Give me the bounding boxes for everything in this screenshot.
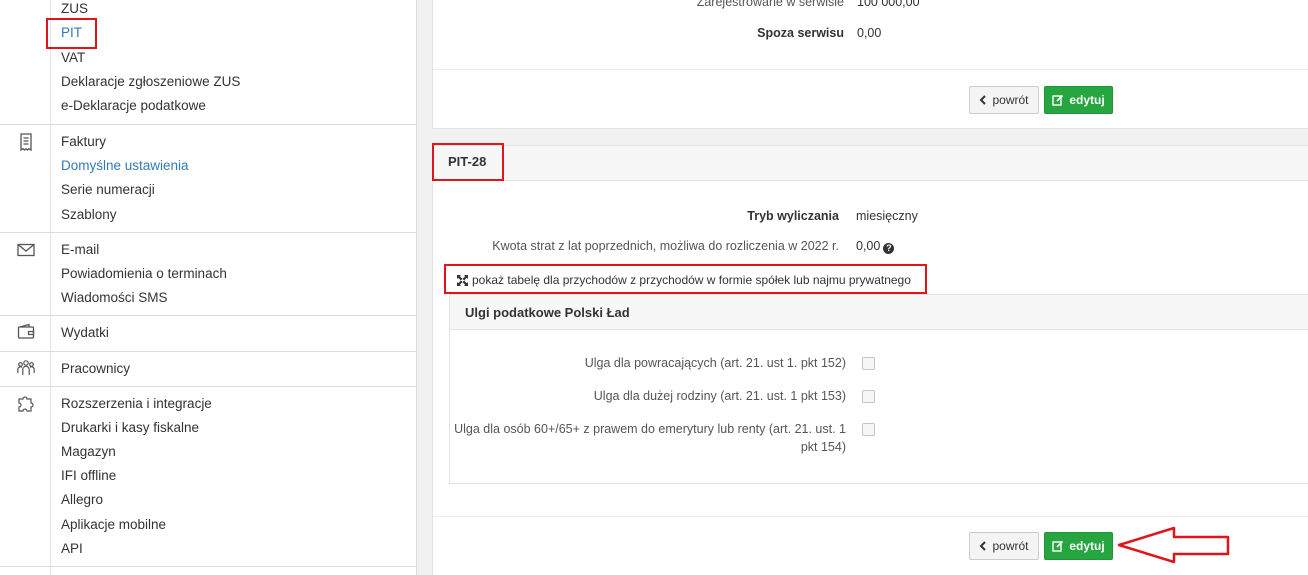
show-table-link-label: pokaż tabelę dla przychodów z przychodów… bbox=[472, 273, 911, 287]
relief-returning-checkbox[interactable] bbox=[862, 357, 875, 370]
edit-button-top[interactable]: edytuj bbox=[1044, 86, 1113, 114]
back-button-bottom[interactable]: powrót bbox=[969, 532, 1039, 560]
pit28-header bbox=[433, 146, 1308, 181]
section-divider bbox=[433, 69, 1308, 70]
outside-service-label: Spoza serwisu bbox=[757, 26, 844, 40]
sidebar-item-numbering-series[interactable]: Serie numeracji bbox=[61, 182, 155, 198]
back-button-label: powrót bbox=[992, 93, 1029, 107]
sidebar-group-extensions: Rozszerzenia i integracje Drukarki i kas… bbox=[0, 387, 416, 567]
relief-senior-checkbox[interactable] bbox=[862, 423, 875, 436]
losses-value-wrap: 0,00? bbox=[856, 239, 895, 254]
relief-panel-title: Ulgi podatkowe Polski Ład bbox=[465, 305, 630, 320]
pit28-title: PIT-28 bbox=[448, 154, 487, 169]
edit-icon bbox=[1052, 94, 1064, 106]
registered-label: Zarejestrowane w serwisie bbox=[696, 0, 844, 9]
sidebar-item-extensions[interactable]: Rozszerzenia i integracje bbox=[61, 396, 212, 412]
edit-button-label: edytuj bbox=[1069, 539, 1105, 553]
losses-label: Kwota strat z lat poprzednich, możliwa d… bbox=[492, 239, 839, 253]
sidebar-item-default-settings[interactable]: Domyślne ustawienia bbox=[61, 158, 189, 174]
relief-senior-label-line1: Ulga dla osób 60+/65+ z prawem do emeryt… bbox=[454, 422, 846, 436]
losses-value: 0,00 bbox=[856, 239, 881, 253]
people-icon bbox=[16, 358, 36, 378]
wallet-icon bbox=[16, 322, 36, 342]
sidebar-item-ifi-offline[interactable]: IFI offline bbox=[61, 468, 116, 484]
relief-senior-label-line2: pkt 154) bbox=[800, 440, 846, 454]
question-circle-icon[interactable]: ? bbox=[883, 243, 895, 254]
sidebar-group-email: E-mail Powiadomienia o terminach Wiadomo… bbox=[0, 233, 416, 316]
sidebar-group-employees: Pracownicy bbox=[0, 352, 416, 387]
chevron-left-icon bbox=[980, 95, 987, 105]
red-arrow-annotation bbox=[1117, 526, 1230, 564]
main-content: Zarejestrowane w serwisie 100 000,00 Spo… bbox=[417, 0, 1308, 575]
sidebar-item-warehouse[interactable]: Magazyn bbox=[61, 444, 116, 460]
sidebar-group-expenses: Wydatki bbox=[0, 316, 416, 352]
outside-service-value: 0,00 bbox=[857, 26, 882, 40]
chevron-left-icon bbox=[980, 541, 987, 551]
sidebar-item-templates[interactable]: Szablony bbox=[61, 207, 117, 223]
settings-sidebar: ZUS PIT VAT Deklaracje zgłoszeniowe ZUS … bbox=[0, 0, 417, 575]
sidebar-item-mobile-apps[interactable]: Aplikacje mobilne bbox=[61, 517, 166, 533]
sidebar-item-api[interactable]: API bbox=[61, 541, 83, 557]
edit-button-label: edytuj bbox=[1069, 93, 1105, 107]
expand-icon bbox=[457, 274, 468, 286]
pit28-section: PIT-28 Tryb wyliczania miesięczny Kwota … bbox=[432, 145, 1308, 575]
back-button-label: powrót bbox=[992, 539, 1029, 553]
polski-lad-relief-panel: Ulgi podatkowe Polski Ład Ulga dla powra… bbox=[449, 294, 1308, 484]
sidebar-item-invoices[interactable]: Faktury bbox=[61, 134, 106, 150]
sidebar-item-allegro[interactable]: Allegro bbox=[61, 492, 103, 508]
income-section: Zarejestrowane w serwisie 100 000,00 Spo… bbox=[432, 0, 1308, 129]
relief-large-family-label: Ulga dla dużej rodziny (art. 21. ust. 1 … bbox=[593, 389, 846, 403]
relief-large-family-checkbox[interactable] bbox=[862, 390, 875, 403]
sidebar-item-printers[interactable]: Drukarki i kasy fiskalne bbox=[61, 420, 199, 436]
sidebar-item-deadline-notifications[interactable]: Powiadomienia o terminach bbox=[61, 266, 227, 282]
sidebar-item-email[interactable]: E-mail bbox=[61, 242, 99, 258]
sidebar-item-sms[interactable]: Wiadomości SMS bbox=[61, 290, 168, 306]
edit-button-bottom[interactable]: edytuj bbox=[1044, 532, 1113, 560]
sidebar-item-expenses[interactable]: Wydatki bbox=[61, 325, 109, 341]
sidebar-item-e-declarations[interactable]: e-Deklaracje podatkowe bbox=[61, 98, 206, 114]
sidebar-item-employees[interactable]: Pracownicy bbox=[61, 361, 130, 377]
sidebar-item-vat[interactable]: VAT bbox=[61, 50, 85, 66]
sidebar-item-zus-declarations[interactable]: Deklaracje zgłoszeniowe ZUS bbox=[61, 74, 240, 90]
calculation-mode-value: miesięczny bbox=[856, 209, 918, 223]
relief-returning-label: Ulga dla powracających (art. 21. ust 1. … bbox=[584, 356, 846, 370]
section-divider-bottom bbox=[433, 516, 1308, 517]
sidebar-group-invoices: Faktury Domyślne ustawienia Serie numera… bbox=[0, 125, 416, 233]
sidebar-item-zus[interactable]: ZUS bbox=[61, 1, 88, 17]
puzzle-icon bbox=[16, 393, 36, 413]
invoice-icon bbox=[16, 132, 36, 152]
sidebar-group-declarations: ZUS PIT VAT Deklaracje zgłoszeniowe ZUS … bbox=[0, 0, 416, 125]
registered-value: 100 000,00 bbox=[857, 0, 920, 9]
show-table-link[interactable]: pokaż tabelę dla przychodów z przychodów… bbox=[457, 273, 911, 287]
edit-icon bbox=[1052, 540, 1064, 552]
back-button-top[interactable]: powrót bbox=[969, 86, 1039, 114]
envelope-icon bbox=[16, 240, 36, 260]
calculation-mode-label: Tryb wyliczania bbox=[747, 209, 839, 223]
sidebar-item-pit[interactable]: PIT bbox=[61, 25, 82, 41]
